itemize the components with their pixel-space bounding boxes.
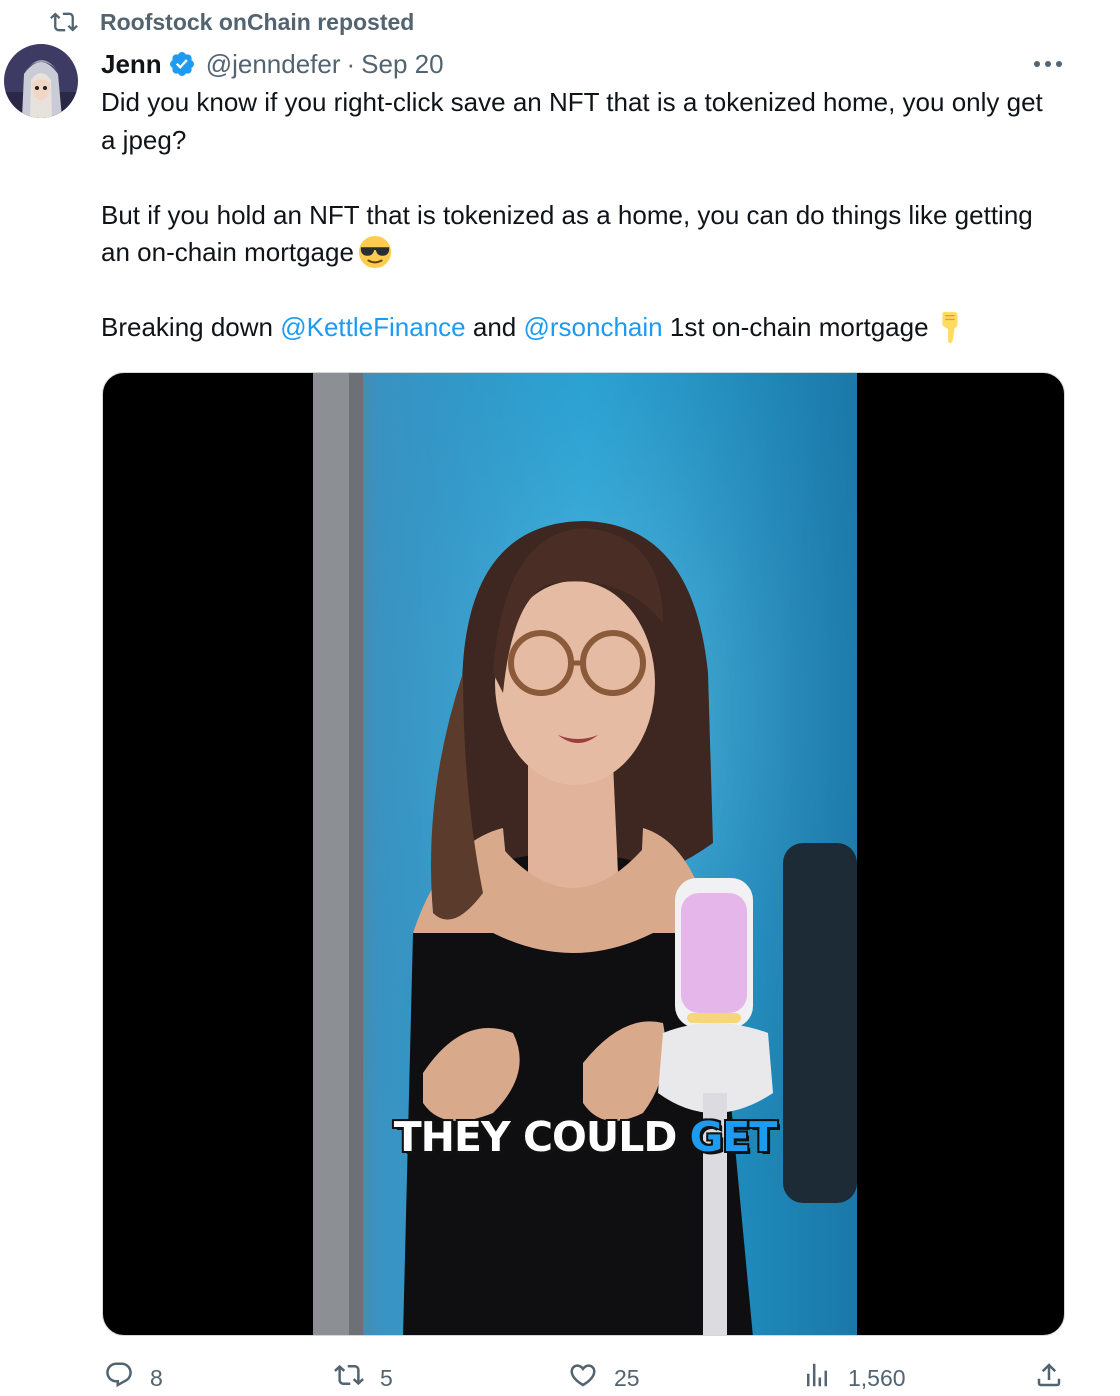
action-bar: 8 5 25 1,560 — [0, 1360, 1120, 1391]
heart-icon — [566, 1360, 614, 1396]
share-icon — [1034, 1360, 1078, 1396]
share-button[interactable] — [1034, 1360, 1078, 1396]
avatar[interactable] — [4, 44, 78, 118]
like-button[interactable]: 25 — [566, 1360, 640, 1396]
tweet-text: Did you know if you right-click save an … — [101, 84, 1061, 347]
tweet-paragraph-3-prefix: Breaking down — [101, 312, 273, 342]
mention-kettlefinance-link[interactable]: @KettleFinance — [280, 312, 465, 342]
more-icon[interactable] — [1028, 44, 1068, 84]
caption-highlight: GET — [689, 1113, 778, 1161]
tweet-paragraph-2: But if you hold an NFT that is tokenized… — [101, 197, 1061, 272]
repost-indicator[interactable]: Roofstock onChain reposted — [48, 6, 414, 38]
analytics-icon — [800, 1360, 848, 1396]
mention-rsonchain-link[interactable]: @rsonchain — [523, 312, 662, 342]
repost-button[interactable]: 5 — [332, 1360, 393, 1396]
video-frame[interactable]: THEY COULD GET — [313, 373, 857, 1335]
tweet-paragraph-2-text: But if you hold an NFT that is tokenized… — [101, 199, 1033, 268]
backhand-index-pointing-down-emoji — [933, 310, 967, 344]
tweet-paragraph-1: Did you know if you right-click save an … — [101, 87, 1043, 155]
video-caption: THEY COULD GET — [313, 1113, 857, 1161]
header-separator: · — [346, 48, 356, 79]
tweet-paragraph-3-mid: and — [472, 312, 517, 342]
view-count: 1,560 — [848, 1364, 906, 1391]
reply-count: 8 — [150, 1364, 163, 1391]
tweet-paragraph-3: Breaking down @KettleFinance and @rsonch… — [101, 309, 1061, 347]
verified-badge-icon — [168, 50, 196, 78]
repost-action-icon — [332, 1360, 380, 1396]
tweet-header: Jenn @jenndefer · Sep 20 — [101, 44, 444, 84]
tweet-paragraph-3-suffix: 1st on-chain mortgage — [669, 312, 929, 342]
tweet-date[interactable]: Sep 20 — [361, 49, 443, 80]
video-thumbnail — [313, 373, 857, 1335]
reply-icon — [102, 1360, 150, 1396]
repost-label: Roofstock onChain reposted — [100, 8, 415, 35]
video-player[interactable]: THEY COULD GET — [102, 372, 1065, 1336]
author-handle[interactable]: @jenndefer — [206, 49, 341, 80]
repost-count: 5 — [380, 1364, 393, 1391]
smiling-face-with-sunglasses-emoji — [358, 235, 392, 269]
caption-text: THEY COULD — [393, 1113, 678, 1161]
repost-icon — [48, 6, 80, 38]
views-button[interactable]: 1,560 — [800, 1360, 906, 1396]
author-name[interactable]: Jenn — [101, 49, 162, 80]
reply-button[interactable]: 8 — [102, 1360, 163, 1396]
like-count: 25 — [614, 1364, 640, 1391]
